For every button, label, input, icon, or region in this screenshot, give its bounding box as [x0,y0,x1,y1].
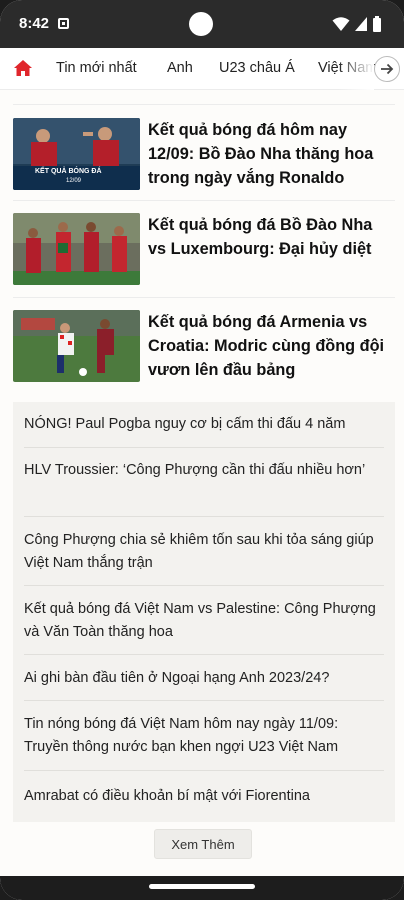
wifi-icon [332,17,350,31]
home-icon[interactable] [13,58,33,78]
tab-u23-asia[interactable]: U23 châu Á [219,60,295,76]
article-card[interactable]: Kết quả bóng đá Bồ Đào Nha vs Luxembourg… [13,213,395,285]
thumbnail-caption: KẾT QUẢ BÓNG ĐÁ [35,168,102,175]
thumbnail-date: 12/09 [66,178,82,184]
status-bar: 8:42 [0,0,404,48]
notification-icon [58,18,69,29]
tab-fade [338,48,374,90]
list-item[interactable]: NÓNG! Paul Pogba nguy cơ bị cấm thi đấu … [24,413,384,436]
battery-icon [373,16,381,32]
scroll-tabs-button[interactable] [374,56,400,82]
load-more-button[interactable]: Xem Thêm [154,829,252,859]
list-separator [24,585,384,586]
article-title[interactable]: Kết quả bóng đá Armenia vs Croatia: Modr… [148,310,393,382]
camera-cutout [189,12,213,36]
list-item[interactable]: Ai ghi bàn đầu tiên ở Ngoại hạng Anh 202… [24,667,384,690]
divider [13,297,395,298]
list-separator [24,770,384,771]
tab-england[interactable]: Anh [167,60,193,76]
article-card[interactable]: Kết quả bóng đá Armenia vs Croatia: Modr… [13,310,395,382]
list-separator [24,516,384,517]
list-item[interactable]: Tin nóng bóng đá Việt Nam hôm nay ngày 1… [24,713,384,759]
headline-list: NÓNG! Paul Pogba nguy cơ bị cấm thi đấu … [13,402,395,822]
article-thumbnail [13,213,140,285]
list-item[interactable]: Amrabat có điều khoản bí mật với Fiorent… [24,785,384,808]
signal-icon [355,17,367,31]
category-tab-bar: Tin mới nhất Anh U23 châu Á Việt Nam [0,48,404,90]
article-thumbnail: KẾT QUẢ BÓNG ĐÁ 12/09 [13,118,140,190]
status-time: 8:42 [19,15,50,32]
home-gesture-handle[interactable] [149,884,255,889]
divider [13,104,395,105]
list-item[interactable]: HLV Troussier: ‘Công Phượng cần thi đấu … [24,459,384,482]
list-separator [24,654,384,655]
list-item[interactable]: Kết quả bóng đá Việt Nam vs Palestine: C… [24,598,384,644]
phone-screen: 8:42 Tin mới nhất Anh U23 châu Á Việt Na… [0,0,404,900]
article-thumbnail [13,310,140,382]
list-separator [24,447,384,448]
tab-latest-news[interactable]: Tin mới nhất [56,60,137,76]
list-item[interactable]: Công Phượng chia sẻ khiêm tốn sau khi tỏ… [24,529,384,575]
arrow-right-icon [381,63,394,75]
divider [13,200,395,201]
article-card[interactable]: KẾT QUẢ BÓNG ĐÁ 12/09 Kết quả bóng đá hô… [13,118,395,190]
status-icons [332,14,382,34]
list-separator [24,700,384,701]
article-title[interactable]: Kết quả bóng đá Bồ Đào Nha vs Luxembourg… [148,213,393,261]
article-title[interactable]: Kết quả bóng đá hôm nay 12/09: Bồ Đào Nh… [148,118,393,190]
